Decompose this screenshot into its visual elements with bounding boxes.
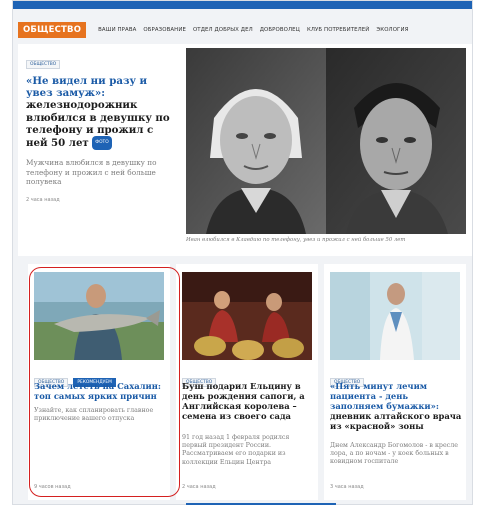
card-title-quote: «Пять минут лечим пациента - день заполн… (330, 381, 439, 411)
card-title-text: Буш подарил Ельцину в день рождения сапо… (182, 381, 305, 421)
nav-item-ecology[interactable]: ЭКОЛОГИЯ (376, 27, 408, 33)
nav-section-obshchestvo[interactable]: ОБЩЕСТВО (18, 22, 87, 38)
highlight-annotation (29, 267, 180, 497)
hero-photo-caption: Иван влюбился в Клавдию по телефону, уве… (186, 237, 406, 243)
card-title[interactable]: Буш подарил Ельцину в день рождения сапо… (182, 381, 314, 421)
article-card[interactable]: ОБЩЕСТВО «Пять минут лечим пациента - де… (324, 264, 466, 500)
card-title[interactable]: «Пять минут лечим пациента - день заполн… (330, 381, 462, 431)
card-timestamp: 2 часа назад (182, 484, 216, 490)
bottom-accent-line (186, 503, 336, 505)
card-photo (182, 272, 312, 360)
nav-item-education[interactable]: ОБРАЗОВАНИЕ (143, 27, 186, 33)
category-badge[interactable]: ОБЩЕСТВО (26, 60, 61, 69)
hero-article[interactable]: ОБЩЕСТВО «Не видел ни разу и увез замуж»… (18, 44, 472, 256)
hero-title[interactable]: «Не видел ни разу и увез замуж»: железно… (26, 75, 176, 151)
card-title-text: дневник алтайского врача из «красной» зо… (330, 411, 462, 431)
hero-photo-illustration (186, 48, 466, 234)
top-accent-bar (13, 1, 472, 9)
nav-item-volunteer[interactable]: ДОБРОВОЛЕЦ (260, 27, 300, 33)
article-card[interactable]: ОБЩЕСТВО Буш подарил Ельцину в день рожд… (176, 264, 318, 500)
card-photo-doctor (330, 272, 460, 360)
card-lead: 91 год назад 1 февраля родился первый пр… (182, 434, 290, 466)
card-photo-drummers (182, 272, 312, 360)
nav-item-rights[interactable]: ВАШИ ПРАВА (98, 27, 136, 33)
hero-lead: Мужчина влюбился в девушку по телефону и… (26, 158, 157, 187)
card-photo (330, 272, 460, 360)
card-lead: Днем Александр Богомолов - в кресле лора… (330, 442, 458, 466)
hero-photo[interactable] (186, 48, 466, 234)
section-nav: ОБЩЕСТВО ВАШИ ПРАВА ОБРАЗОВАНИЕ ОТДЕЛ ДО… (18, 22, 415, 38)
nav-item-consumers-club[interactable]: КЛУБ ПОТРЕБИТЕЛЕЙ (307, 27, 369, 33)
hero-text: ОБЩЕСТВО «Не видел ни разу и увез замуж»… (26, 50, 176, 203)
photo-tag: ФОТО (92, 136, 112, 151)
hero-title-quote: «Не видел ни разу и увез замуж»: (26, 75, 148, 100)
card-timestamp: 3 часа назад (330, 484, 364, 490)
nav-item-good-deeds[interactable]: ОТДЕЛ ДОБРЫХ ДЕЛ (193, 27, 253, 33)
hero-timestamp: 2 часа назад (26, 196, 60, 203)
